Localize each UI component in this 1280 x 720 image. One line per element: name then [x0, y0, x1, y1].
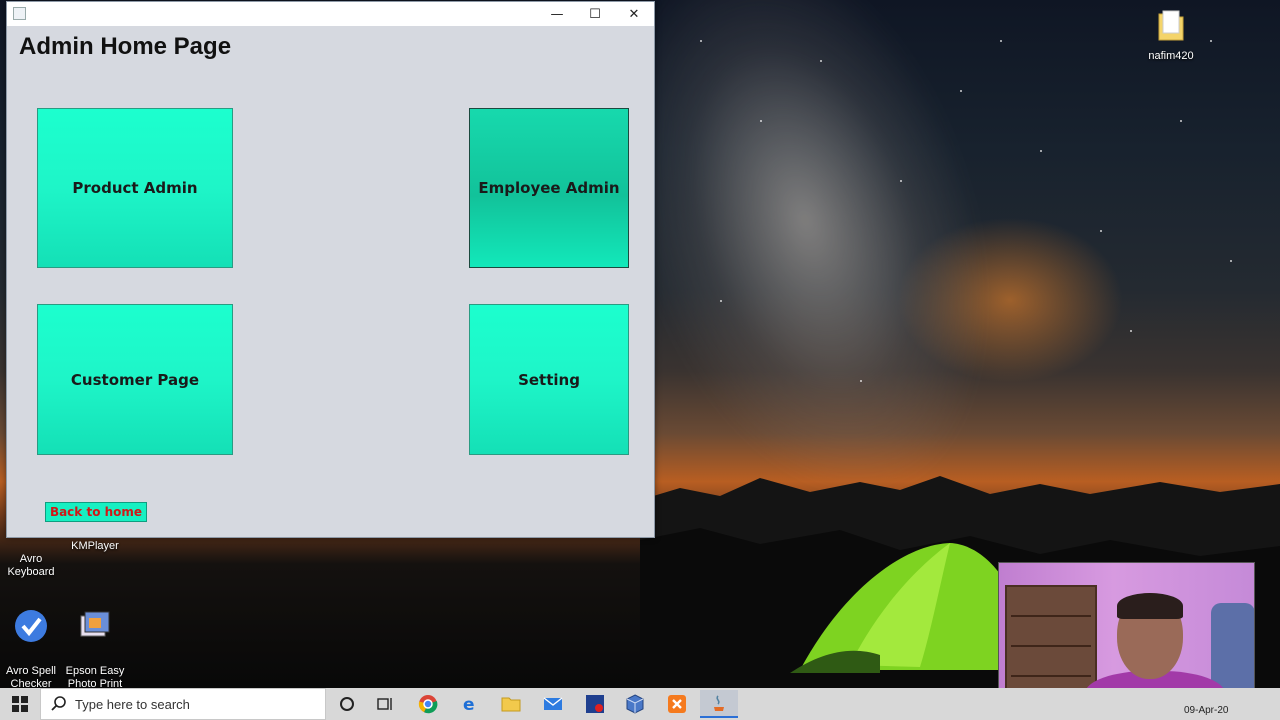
- page-title: Admin Home Page: [19, 33, 232, 60]
- chrome-icon: [418, 695, 438, 714]
- desktop-icon-label: Avro Spell Checker: [6, 665, 56, 690]
- customer-page-button[interactable]: Customer Page: [37, 304, 233, 455]
- minimize-button[interactable]: —: [538, 2, 576, 26]
- person-hair: [1117, 593, 1183, 619]
- app-icon: [586, 695, 604, 713]
- webcam-overlay: [998, 562, 1255, 706]
- close-icon: ✕: [628, 6, 640, 22]
- task-view-button[interactable]: [367, 690, 405, 718]
- taskbar-mail[interactable]: [534, 690, 572, 718]
- start-button[interactable]: [0, 688, 40, 720]
- mail-icon: [543, 697, 563, 710]
- taskbar-java-app[interactable]: [700, 690, 738, 718]
- taskbar-chrome[interactable]: [409, 690, 447, 718]
- taskbar-xampp[interactable]: [658, 690, 696, 718]
- taskbar-edge[interactable]: e: [451, 690, 489, 718]
- xampp-icon: [668, 695, 686, 713]
- close-button[interactable]: ✕: [615, 2, 653, 26]
- edge-icon: e: [463, 695, 475, 714]
- desktop-icon-label: Epson Easy Photo Print: [65, 665, 125, 690]
- taskbar-app[interactable]: [576, 690, 614, 718]
- desktop-icon-avro-spell[interactable]: Avro Spell Checker: [0, 582, 66, 691]
- admin-window: — ☐ ✕ Admin Home Page Product Admin Empl…: [6, 1, 655, 538]
- java-app-icon: [13, 7, 26, 20]
- tray-date[interactable]: 09-Apr-20: [1184, 705, 1228, 716]
- cortana-button[interactable]: [328, 690, 366, 718]
- file-explorer-icon: [501, 697, 521, 712]
- employee-admin-button[interactable]: Employee Admin: [469, 108, 629, 268]
- product-admin-button[interactable]: Product Admin: [37, 108, 233, 268]
- desktop-icon-epson[interactable]: Epson Easy Photo Print: [60, 582, 130, 691]
- maximize-button[interactable]: ☐: [576, 2, 614, 26]
- folder-icon: [1136, 8, 1206, 46]
- windows-logo-icon: [12, 696, 28, 712]
- back-to-home-button[interactable]: Back to home: [45, 502, 147, 522]
- desktop-icon-avro-keyboard[interactable]: Avro Keyboard: [0, 540, 66, 579]
- bookshelf: [1005, 585, 1097, 703]
- desktop-icon-label: KMPlayer: [71, 540, 119, 552]
- svg-text:e: e: [463, 695, 475, 714]
- desktop-icon-folder[interactable]: nafim420: [1136, 8, 1206, 63]
- box-icon: [626, 694, 644, 714]
- maximize-icon: ☐: [589, 6, 601, 22]
- search-icon: [51, 696, 66, 711]
- task-view-icon: [377, 698, 392, 710]
- taskbar-search[interactable]: Type here to search: [40, 688, 326, 720]
- search-placeholder: Type here to search: [75, 696, 190, 712]
- spell-check-icon: [0, 595, 66, 648]
- desktop-icon-label: nafim420: [1148, 50, 1194, 62]
- desktop-icon-kmplayer[interactable]: KMPlayer: [60, 540, 130, 553]
- minimize-icon: —: [550, 6, 564, 22]
- taskbar-box[interactable]: [616, 690, 654, 718]
- taskbar-file-explorer[interactable]: [492, 690, 530, 718]
- photo-print-icon: [60, 595, 130, 648]
- java-icon: [714, 695, 724, 711]
- cortana-icon: [340, 697, 354, 711]
- window-titlebar[interactable]: — ☐ ✕: [7, 2, 654, 26]
- taskbar: Type here to search e 09-Apr-20: [0, 688, 1280, 720]
- desktop-icon-label: Avro Keyboard: [7, 553, 55, 578]
- setting-button[interactable]: Setting: [469, 304, 629, 455]
